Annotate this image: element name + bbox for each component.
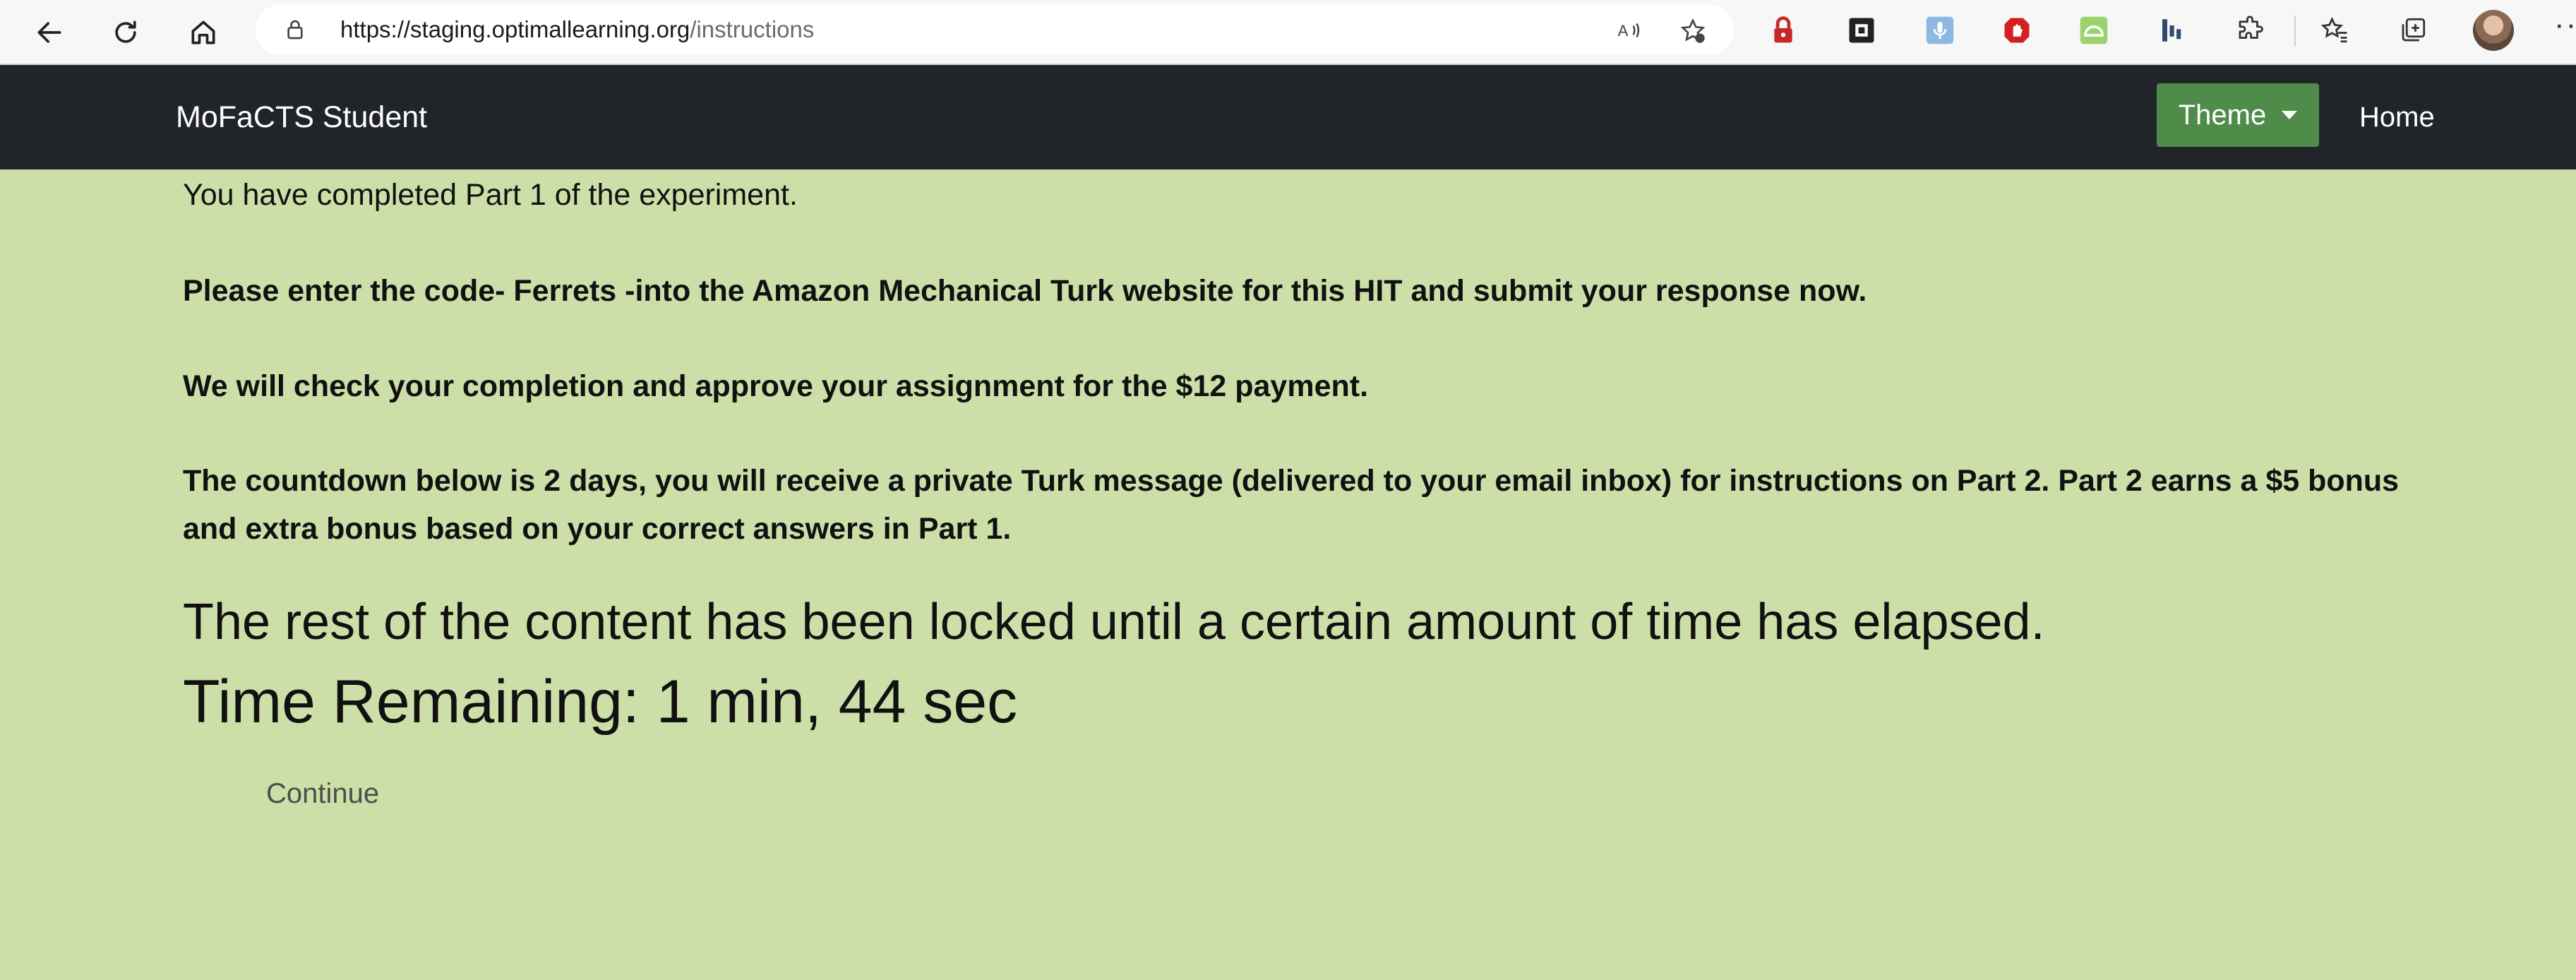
code-instruction: Please enter the code- Ferrets -into the… [183, 274, 1867, 308]
payment-message: We will check your completion and approv… [183, 369, 1369, 403]
microphone-extension-icon[interactable] [1924, 14, 1956, 47]
app-navbar: MoFaCTS Student Theme Home [0, 65, 2576, 169]
url-path: /instructions [690, 16, 815, 42]
theme-dropdown-button[interactable]: Theme [2157, 83, 2319, 147]
lock-icon[interactable] [284, 18, 306, 41]
extensions-icon[interactable] [2234, 14, 2266, 47]
favorites-icon[interactable] [2318, 14, 2351, 47]
browser-toolbar: https://staging.optimallearning.org/inst… [0, 0, 2576, 65]
time-remaining: Time Remaining: 1 min, 44 sec [183, 668, 1018, 736]
read-aloud-icon[interactable]: A [1617, 17, 1643, 44]
refresh-icon[interactable] [104, 11, 147, 54]
screen-capture-extension-icon[interactable] [1845, 14, 1878, 47]
locked-message: The rest of the content has been locked … [183, 594, 2045, 650]
green-extension-icon[interactable] [2078, 14, 2110, 47]
continue-button[interactable]: Continue [266, 778, 379, 810]
more-icon[interactable]: ··· [2554, 7, 2576, 42]
bars-extension-icon[interactable] [2156, 14, 2188, 47]
password-extension-icon[interactable] [1767, 14, 1799, 47]
profile-avatar[interactable] [2473, 10, 2514, 51]
url-host: https://staging.optimallearning.org [340, 16, 690, 42]
brand-title[interactable]: MoFaCTS Student [176, 65, 427, 169]
home-link[interactable]: Home [2359, 65, 2435, 169]
home-icon[interactable] [182, 11, 224, 54]
completed-message: You have completed Part 1 of the experim… [183, 178, 798, 212]
countdown-message: The countdown below is 2 days, you will … [183, 464, 2400, 546]
theme-label: Theme [2178, 99, 2267, 131]
caret-down-icon [2282, 111, 2298, 119]
toolbar-separator [2294, 16, 2296, 47]
back-icon[interactable] [28, 11, 71, 54]
add-favorite-icon[interactable] [1679, 17, 1706, 44]
url-text[interactable]: https://staging.optimallearning.org/inst… [340, 4, 814, 55]
address-bar[interactable]: https://staging.optimallearning.org/inst… [256, 4, 1734, 55]
ad-blocker-extension-icon[interactable] [2001, 14, 2033, 47]
svg-text:A: A [1618, 22, 1629, 40]
collections-icon[interactable] [2397, 14, 2429, 47]
